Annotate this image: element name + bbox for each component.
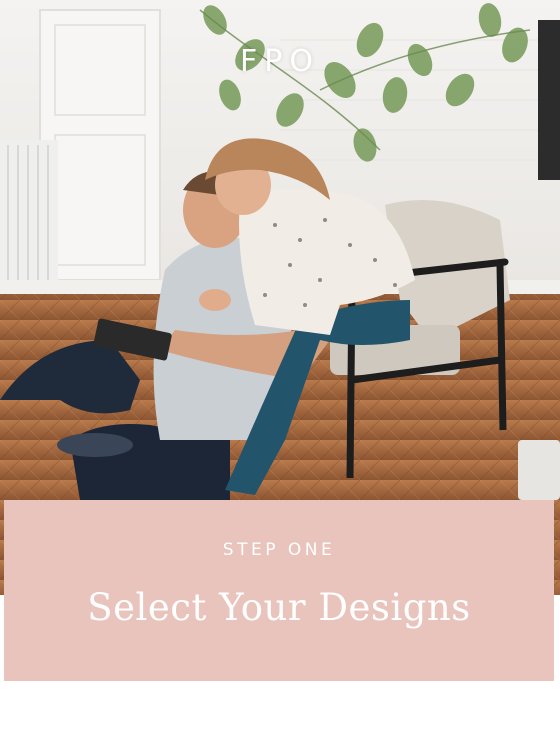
- step-headline: Select Your Designs: [87, 586, 471, 629]
- fpo-watermark: FPO: [240, 44, 320, 79]
- step-label: STEP ONE: [222, 540, 336, 560]
- step-card: STEP ONE Select Your Designs: [4, 500, 554, 681]
- page: FPO STEP ONE Select Your Designs: [0, 0, 560, 747]
